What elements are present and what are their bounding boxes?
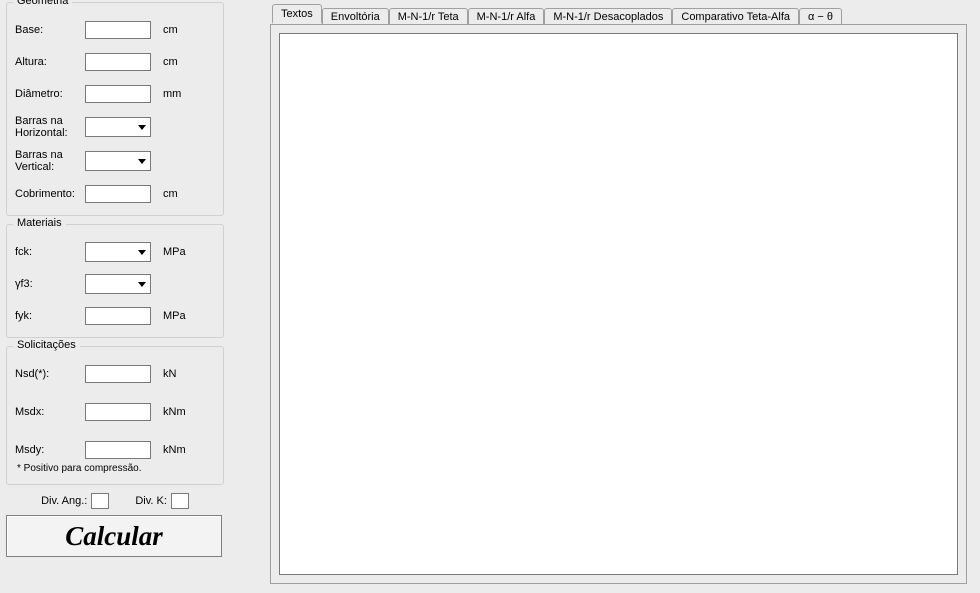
- row-altura: Altura: cm: [15, 51, 215, 73]
- tab-bar: Textos Envoltória M-N-1/r Teta M-N-1/r A…: [272, 4, 970, 24]
- label-altura: Altura:: [15, 56, 85, 68]
- tab-mn1r-desacoplados-label: M-N-1/r Desacoplados: [553, 11, 663, 23]
- legend-solicitacoes: Solicitações: [13, 339, 80, 351]
- unit-fyk: MPa: [163, 310, 197, 322]
- tab-comparativo-label: Comparativo Teta-Alfa: [681, 11, 790, 23]
- calcular-button-label: Calcular: [65, 521, 163, 552]
- tab-mn1r-alfa[interactable]: M-N-1/r Alfa: [468, 8, 545, 25]
- row-base: Base: cm: [15, 19, 215, 41]
- app-root: Geometria Base: cm Altura: cm Diâmetro: …: [0, 0, 980, 593]
- row-divisions: Div. Ang.: Div. K:: [6, 493, 224, 509]
- tab-alpha-theta[interactable]: α − θ: [799, 8, 842, 25]
- label-msdy: Msdy:: [15, 444, 85, 456]
- row-nsd: Nsd(*): kN: [15, 363, 215, 385]
- chevron-down-icon: [138, 159, 146, 164]
- select-yf3[interactable]: [85, 274, 151, 294]
- row-cobrimento: Cobrimento: cm: [15, 183, 215, 205]
- input-nsd[interactable]: [85, 365, 151, 383]
- input-base[interactable]: [85, 21, 151, 39]
- input-div-ang[interactable]: [91, 493, 109, 509]
- fieldset-solicitacoes: Solicitações Nsd(*): kN Msdx: kNm Msdy: …: [6, 346, 224, 485]
- row-barras-vertical: Barras na Vertical:: [15, 149, 215, 173]
- row-yf3: γf3:: [15, 273, 215, 295]
- fieldset-geometria: Geometria Base: cm Altura: cm Diâmetro: …: [6, 2, 224, 216]
- label-base: Base:: [15, 24, 85, 36]
- label-fyk: fyk:: [15, 310, 85, 322]
- unit-diametro: mm: [163, 88, 197, 100]
- fieldset-materiais: Materiais fck: MPa γf3: fyk:: [6, 224, 224, 338]
- tab-textos-label: Textos: [281, 8, 313, 20]
- select-barras-horizontal[interactable]: [85, 117, 151, 137]
- tab-mn1r-teta[interactable]: M-N-1/r Teta: [389, 8, 468, 25]
- output-textarea[interactable]: [279, 33, 958, 575]
- input-msdx[interactable]: [85, 403, 151, 421]
- input-altura[interactable]: [85, 53, 151, 71]
- tab-textos[interactable]: Textos: [272, 4, 322, 24]
- input-div-k[interactable]: [171, 493, 189, 509]
- chevron-down-icon: [138, 125, 146, 130]
- label-yf3: γf3:: [15, 278, 85, 290]
- tab-mn1r-desacoplados[interactable]: M-N-1/r Desacoplados: [544, 8, 672, 25]
- label-barras-horizontal: Barras na Horizontal:: [15, 115, 85, 139]
- row-fck: fck: MPa: [15, 241, 215, 263]
- unit-altura: cm: [163, 56, 197, 68]
- label-diametro: Diâmetro:: [15, 88, 85, 100]
- input-msdy[interactable]: [85, 441, 151, 459]
- unit-msdx: kNm: [163, 406, 197, 418]
- legend-materiais: Materiais: [13, 217, 66, 229]
- unit-nsd: kN: [163, 368, 197, 380]
- tab-panel: [270, 24, 967, 584]
- row-barras-horizontal: Barras na Horizontal:: [15, 115, 215, 139]
- unit-fck: MPa: [163, 246, 197, 258]
- right-pane: Textos Envoltória M-N-1/r Teta M-N-1/r A…: [270, 4, 970, 586]
- input-diametro[interactable]: [85, 85, 151, 103]
- unit-base: cm: [163, 24, 197, 36]
- row-diametro: Diâmetro: mm: [15, 83, 215, 105]
- footnote-nsd: * Positivo para compressão.: [17, 463, 215, 474]
- unit-msdy: kNm: [163, 444, 197, 456]
- label-msdx: Msdx:: [15, 406, 85, 418]
- label-div-k: Div. K:: [135, 495, 167, 507]
- label-cobrimento: Cobrimento:: [15, 188, 85, 200]
- tab-comparativo[interactable]: Comparativo Teta-Alfa: [672, 8, 799, 25]
- label-nsd: Nsd(*):: [15, 368, 85, 380]
- tab-mn1r-alfa-label: M-N-1/r Alfa: [477, 11, 536, 23]
- tab-envoltoria[interactable]: Envoltória: [322, 8, 389, 25]
- label-fck: fck:: [15, 246, 85, 258]
- input-cobrimento[interactable]: [85, 185, 151, 203]
- select-fck[interactable]: [85, 242, 151, 262]
- row-fyk: fyk: MPa: [15, 305, 215, 327]
- label-div-ang: Div. Ang.:: [41, 495, 87, 507]
- input-fyk[interactable]: [85, 307, 151, 325]
- tab-alpha-theta-label: α − θ: [808, 11, 833, 23]
- row-msdy: Msdy: kNm: [15, 439, 215, 461]
- calcular-button[interactable]: Calcular: [6, 515, 222, 557]
- tab-envoltoria-label: Envoltória: [331, 11, 380, 23]
- legend-geometria: Geometria: [13, 0, 72, 7]
- select-barras-vertical[interactable]: [85, 151, 151, 171]
- chevron-down-icon: [138, 282, 146, 287]
- tab-mn1r-teta-label: M-N-1/r Teta: [398, 11, 459, 23]
- unit-cobrimento: cm: [163, 188, 197, 200]
- row-msdx: Msdx: kNm: [15, 401, 215, 423]
- chevron-down-icon: [138, 250, 146, 255]
- left-column: Geometria Base: cm Altura: cm Diâmetro: …: [6, 2, 224, 557]
- label-barras-vertical: Barras na Vertical:: [15, 149, 85, 173]
